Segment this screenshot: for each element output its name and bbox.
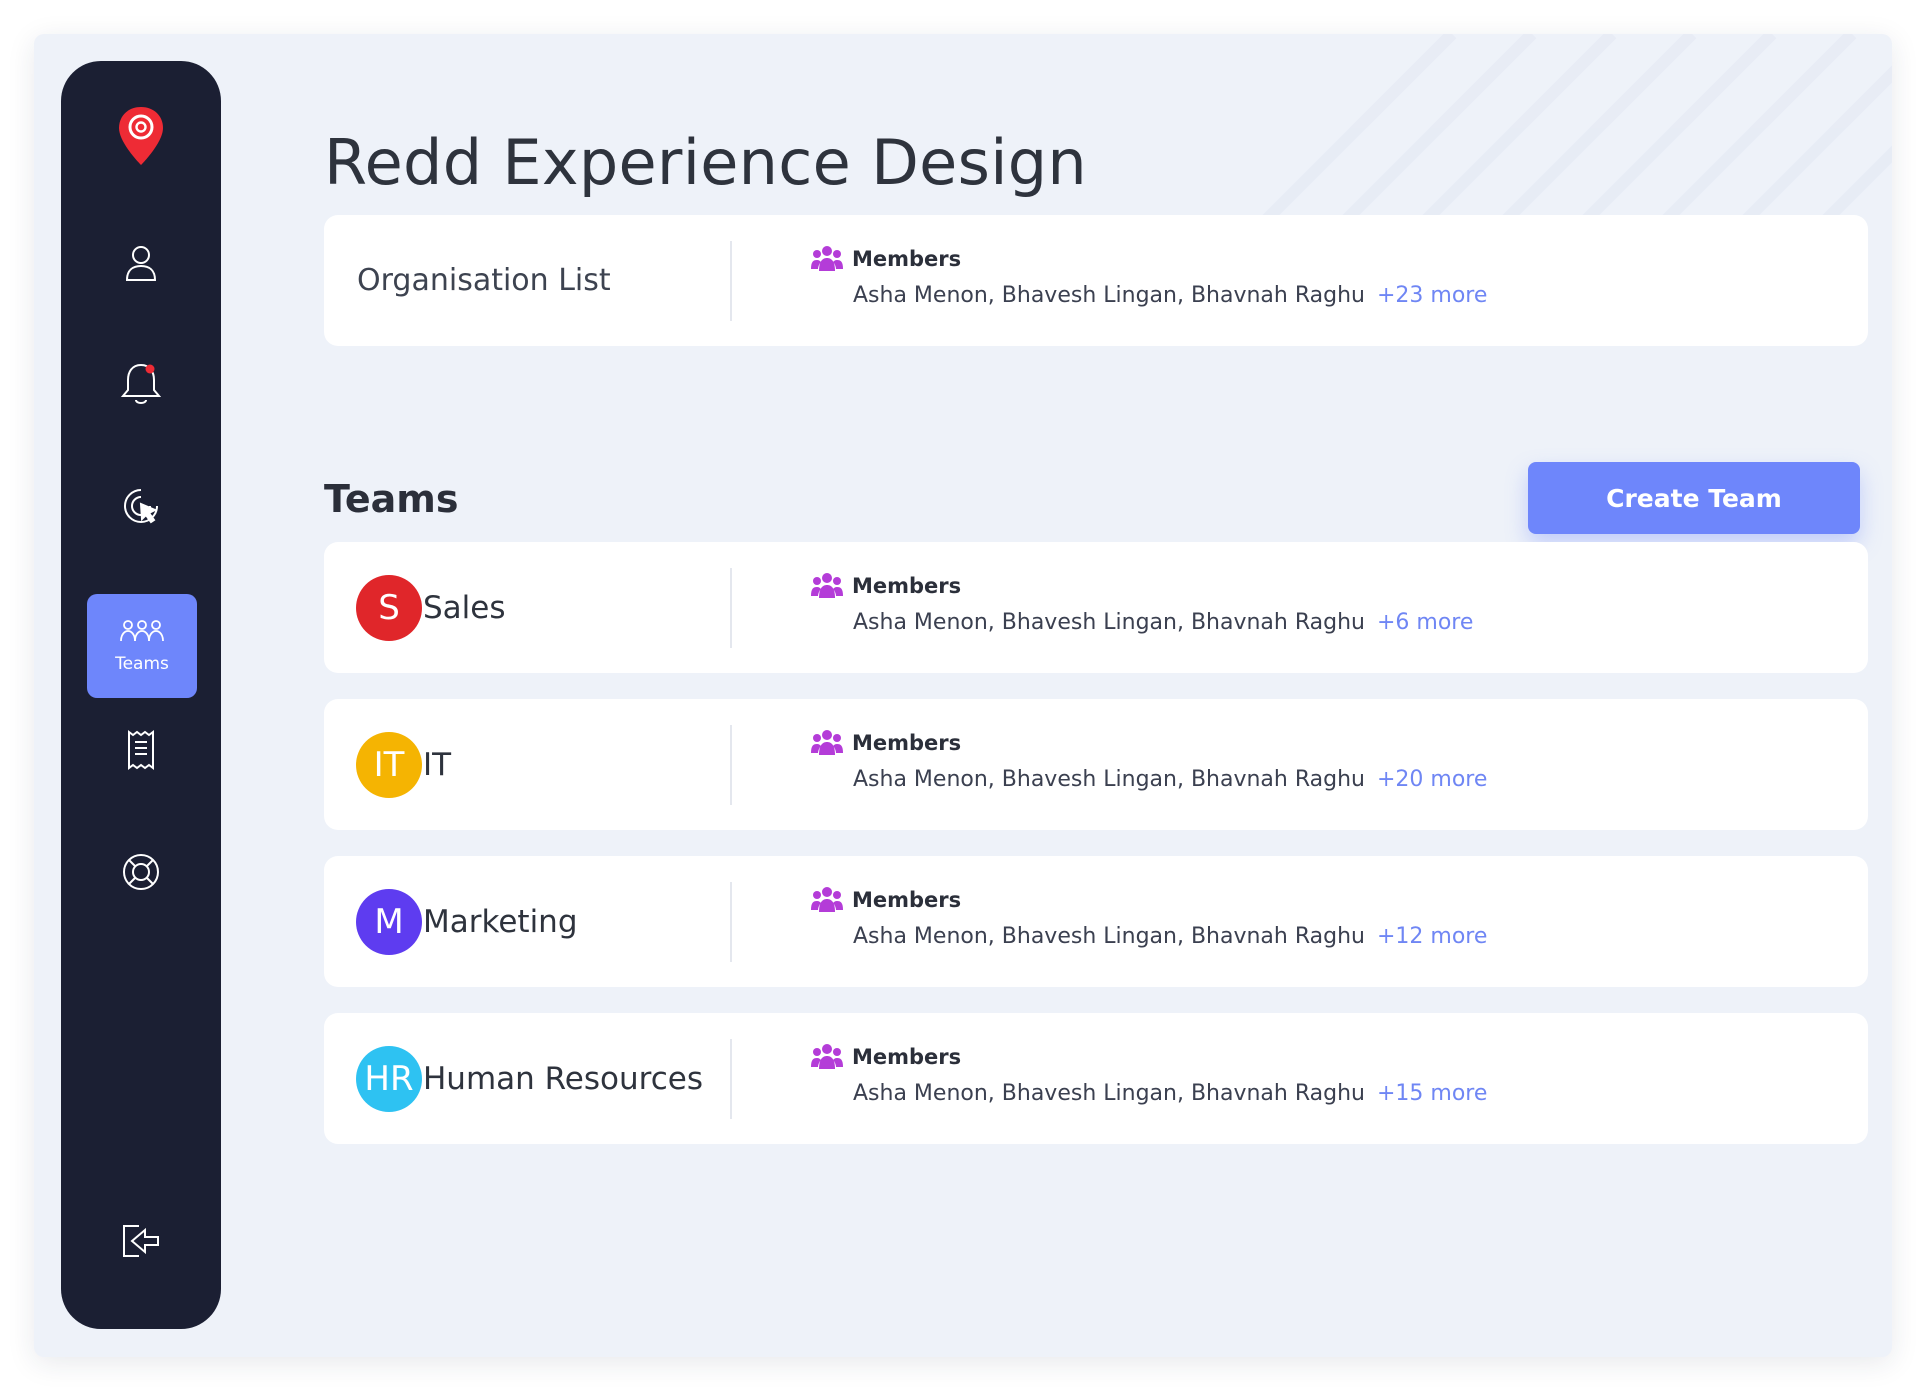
members-list: Asha Menon, Bhavesh Lingan, Bhavnah Ragh… xyxy=(853,767,1487,792)
cursor-click-icon xyxy=(124,489,158,524)
members-names: Asha Menon, Bhavesh Lingan, Bhavnah Ragh… xyxy=(853,283,1365,308)
group-icon xyxy=(811,573,843,598)
organisation-label: Organisation List xyxy=(357,263,611,298)
members-names: Asha Menon, Bhavesh Lingan, Bhavnah Ragh… xyxy=(853,924,1365,949)
divider xyxy=(730,882,732,962)
members-label: Members xyxy=(852,888,962,912)
team-name: Human Resources xyxy=(423,1060,703,1097)
team-name: Marketing xyxy=(423,903,578,940)
team-avatar: HR xyxy=(356,1046,422,1112)
team-avatar: M xyxy=(356,889,422,955)
more-members-link[interactable]: +23 more xyxy=(1377,283,1487,308)
team-card-marketing[interactable]: M Marketing Members Asha Menon, Bhavesh … xyxy=(324,856,1868,987)
more-members-link[interactable]: +15 more xyxy=(1377,1081,1487,1106)
team-avatar: IT xyxy=(356,732,422,798)
members-names: Asha Menon, Bhavesh Lingan, Bhavnah Ragh… xyxy=(853,610,1365,635)
members-list: Asha Menon, Bhavesh Lingan, Bhavnah Ragh… xyxy=(853,283,1487,308)
teams-icon xyxy=(120,620,164,642)
group-icon xyxy=(811,246,843,271)
logout-icon xyxy=(123,1225,159,1257)
more-members-link[interactable]: +20 more xyxy=(1377,767,1487,792)
organisation-card[interactable]: Organisation List Members Asha Menon, Bh… xyxy=(324,215,1868,346)
members-names: Asha Menon, Bhavesh Lingan, Bhavnah Ragh… xyxy=(853,1081,1365,1106)
sidebar-item-billing[interactable] xyxy=(61,720,221,780)
members-label: Members xyxy=(852,731,962,755)
sidebar: Teams xyxy=(61,61,221,1329)
team-card-it[interactable]: IT IT Members Asha Menon, Bhavesh Lingan… xyxy=(324,699,1868,830)
more-members-link[interactable]: +12 more xyxy=(1377,924,1487,949)
members-header: Members xyxy=(810,572,961,600)
sidebar-item-activity[interactable] xyxy=(61,476,221,536)
members-label: Members xyxy=(852,1045,962,1069)
divider xyxy=(730,1039,732,1119)
page-title: Redd Experience Design xyxy=(324,126,1087,199)
team-card-human-resources[interactable]: HR Human Resources Members Asha Menon, B… xyxy=(324,1013,1868,1144)
members-header: Members xyxy=(810,245,961,273)
team-card-sales[interactable]: S Sales Members Asha Menon, Bhavesh Ling… xyxy=(324,542,1868,673)
sidebar-item-label: Teams xyxy=(115,654,169,674)
receipt-icon xyxy=(128,730,154,770)
user-icon xyxy=(125,246,157,281)
sidebar-item-logout[interactable] xyxy=(61,1211,221,1271)
members-names: Asha Menon, Bhavesh Lingan, Bhavnah Ragh… xyxy=(853,767,1365,792)
location-pin-logo-icon xyxy=(119,107,163,165)
sidebar-item-support[interactable] xyxy=(61,842,221,902)
app-frame: Teams Redd Experience Design Organisatio… xyxy=(34,34,1892,1357)
group-icon xyxy=(811,887,843,912)
create-team-button[interactable]: Create Team xyxy=(1528,462,1860,534)
members-list: Asha Menon, Bhavesh Lingan, Bhavnah Ragh… xyxy=(853,610,1473,635)
app-logo[interactable] xyxy=(61,101,221,171)
members-list: Asha Menon, Bhavesh Lingan, Bhavnah Ragh… xyxy=(853,924,1487,949)
teams-heading: Teams xyxy=(324,477,459,521)
lifebuoy-icon xyxy=(123,854,159,890)
sidebar-item-notifications[interactable] xyxy=(61,354,221,414)
members-header: Members xyxy=(810,1043,961,1071)
team-avatar: S xyxy=(356,575,422,641)
sidebar-item-profile[interactable] xyxy=(61,233,221,293)
team-name: IT xyxy=(423,746,452,783)
members-list: Asha Menon, Bhavesh Lingan, Bhavnah Ragh… xyxy=(853,1081,1487,1106)
divider xyxy=(730,568,732,648)
group-icon xyxy=(811,1044,843,1069)
group-icon xyxy=(811,730,843,755)
divider xyxy=(730,241,732,321)
members-header: Members xyxy=(810,729,961,757)
bell-icon xyxy=(120,363,162,404)
team-name: Sales xyxy=(423,589,506,626)
members-label: Members xyxy=(852,574,962,598)
sidebar-item-teams[interactable]: Teams xyxy=(87,594,197,698)
more-members-link[interactable]: +6 more xyxy=(1377,610,1473,635)
members-label: Members xyxy=(852,247,962,271)
divider xyxy=(730,725,732,805)
members-header: Members xyxy=(810,886,961,914)
decorative-stripes xyxy=(1247,34,1892,234)
